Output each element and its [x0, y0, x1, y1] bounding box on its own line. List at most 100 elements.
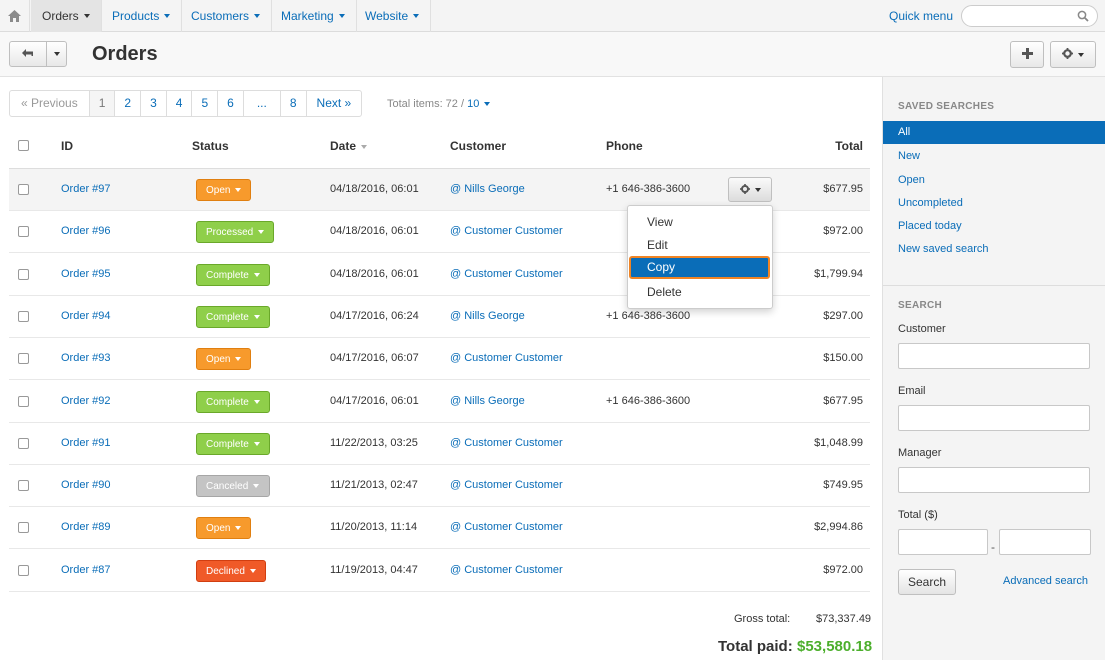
status-dropdown[interactable]: Complete: [196, 391, 270, 413]
order-id-link[interactable]: Order #96: [61, 225, 111, 237]
page-link-2[interactable]: 2: [115, 91, 142, 116]
back-dropdown-button[interactable]: [46, 41, 67, 67]
new-saved-search-link[interactable]: New saved search: [898, 243, 989, 255]
nav-customers[interactable]: Customers: [180, 0, 273, 32]
customer-link[interactable]: @ Customer Customer: [450, 437, 563, 449]
home-icon[interactable]: [0, 0, 30, 32]
search-button[interactable]: Search: [898, 569, 956, 595]
status-dropdown[interactable]: Complete: [196, 306, 270, 328]
select-all-checkbox[interactable]: [18, 140, 29, 151]
menu-item-edit[interactable]: Edit: [628, 234, 772, 257]
manager-input[interactable]: [898, 467, 1090, 493]
chevron-down-icon: [164, 14, 171, 18]
row-checkbox[interactable]: [18, 226, 29, 237]
order-id-link[interactable]: Order #95: [61, 268, 111, 280]
nav-website[interactable]: Website: [354, 0, 432, 32]
table-row[interactable]: Order #90 Canceled 11/21/2013, 02:47 @ Cust…: [9, 465, 870, 507]
settings-button[interactable]: [1050, 41, 1096, 68]
row-checkbox[interactable]: [18, 269, 29, 280]
nav-marketing-label: Marketing: [281, 9, 334, 23]
column-phone[interactable]: Phone: [606, 139, 643, 153]
customer-link[interactable]: @ Customer Customer: [450, 479, 563, 491]
status-dropdown[interactable]: Canceled: [196, 475, 270, 497]
saved-search-open[interactable]: Open: [898, 174, 925, 186]
table-row[interactable]: Order #87 Declined 11/19/2013, 04:47 @ Cust…: [9, 550, 870, 592]
previous-page-link[interactable]: « Previous: [10, 91, 90, 116]
page-link-6[interactable]: 6: [218, 91, 244, 116]
order-id-link[interactable]: Order #90: [61, 479, 111, 491]
row-checkbox[interactable]: [18, 565, 29, 576]
status-dropdown[interactable]: Complete: [196, 264, 270, 286]
page-title: Orders: [92, 43, 158, 65]
saved-search-new[interactable]: New: [898, 150, 920, 162]
order-id-link[interactable]: Order #93: [61, 352, 111, 364]
customer-link[interactable]: @ Customer Customer: [450, 268, 563, 280]
status-dropdown[interactable]: Open: [196, 348, 251, 370]
column-customer[interactable]: Customer: [450, 139, 506, 153]
nav-products[interactable]: Products: [101, 0, 183, 32]
order-total: $972.00: [823, 564, 863, 576]
saved-search-uncompleted[interactable]: Uncompleted: [898, 197, 963, 209]
order-id-link[interactable]: Order #87: [61, 564, 111, 576]
order-id-link[interactable]: Order #97: [61, 183, 111, 195]
order-id-link[interactable]: Order #94: [61, 310, 111, 322]
customer-link[interactable]: @ Customer Customer: [450, 564, 563, 576]
row-checkbox[interactable]: [18, 353, 29, 364]
row-checkbox[interactable]: [18, 396, 29, 407]
page-link-1[interactable]: 1: [89, 91, 116, 116]
column-status[interactable]: Status: [192, 139, 229, 153]
row-actions-button[interactable]: [728, 177, 772, 202]
saved-search-placed-today[interactable]: Placed today: [898, 220, 962, 232]
column-date[interactable]: Date: [330, 139, 368, 153]
saved-searches-heading: SAVED SEARCHES: [898, 101, 995, 112]
status-dropdown[interactable]: Declined: [196, 560, 266, 582]
per-page-select[interactable]: 10: [467, 98, 491, 110]
row-checkbox[interactable]: [18, 480, 29, 491]
row-checkbox[interactable]: [18, 438, 29, 449]
customer-link[interactable]: @ Nills George: [450, 183, 525, 195]
table-row[interactable]: Order #91 Complete 11/22/2013, 03:25 @ Cust…: [9, 423, 870, 465]
column-id[interactable]: ID: [61, 139, 73, 153]
customer-input[interactable]: [898, 343, 1090, 369]
customer-link[interactable]: @ Nills George: [450, 310, 525, 322]
search-input[interactable]: [961, 5, 1098, 27]
row-checkbox[interactable]: [18, 522, 29, 533]
page-ellipsis[interactable]: ...: [244, 91, 281, 116]
column-total[interactable]: Total: [835, 139, 863, 153]
chevron-down-icon: [53, 52, 60, 56]
nav-orders[interactable]: Orders: [31, 0, 102, 32]
quick-menu-link[interactable]: Quick menu: [889, 9, 953, 23]
customer-link[interactable]: @ Nills George: [450, 395, 525, 407]
page-link-8[interactable]: 8: [281, 91, 307, 116]
page-link-5[interactable]: 5: [192, 91, 219, 116]
next-page-link[interactable]: Next »: [307, 91, 362, 116]
saved-search-all[interactable]: All: [883, 121, 1105, 144]
row-checkbox[interactable]: [18, 311, 29, 322]
menu-item-copy[interactable]: Copy: [629, 256, 770, 279]
advanced-search-link[interactable]: Advanced search: [1003, 575, 1088, 587]
table-row[interactable]: Order #92 Complete 04/17/2016, 06:01 @ Nill…: [9, 381, 870, 423]
table-row[interactable]: Order #93 Open 04/17/2016, 06:07 @ Customer…: [9, 338, 870, 380]
customer-link[interactable]: @ Customer Customer: [450, 225, 563, 237]
table-row[interactable]: Order #89 Open 11/20/2013, 11:14 @ Customer…: [9, 507, 870, 549]
row-checkbox[interactable]: [18, 184, 29, 195]
status-dropdown[interactable]: Processed: [196, 221, 274, 243]
nav-marketing[interactable]: Marketing: [270, 0, 357, 32]
order-id-link[interactable]: Order #89: [61, 521, 111, 533]
total-from-input[interactable]: [898, 529, 988, 555]
total-to-input[interactable]: [999, 529, 1091, 555]
customer-link[interactable]: @ Customer Customer: [450, 521, 563, 533]
menu-item-delete[interactable]: Delete: [628, 281, 772, 304]
add-order-button[interactable]: [1010, 41, 1044, 68]
menu-item-view[interactable]: View: [628, 211, 772, 234]
status-dropdown[interactable]: Open: [196, 517, 251, 539]
customer-link[interactable]: @ Customer Customer: [450, 352, 563, 364]
order-id-link[interactable]: Order #91: [61, 437, 111, 449]
page-link-4[interactable]: 4: [167, 91, 193, 116]
status-dropdown[interactable]: Complete: [196, 433, 270, 455]
order-id-link[interactable]: Order #92: [61, 395, 111, 407]
back-button[interactable]: [9, 41, 47, 67]
page-link-3[interactable]: 3: [141, 91, 167, 116]
email-input[interactable]: [898, 405, 1090, 431]
status-dropdown[interactable]: Open: [196, 179, 251, 201]
